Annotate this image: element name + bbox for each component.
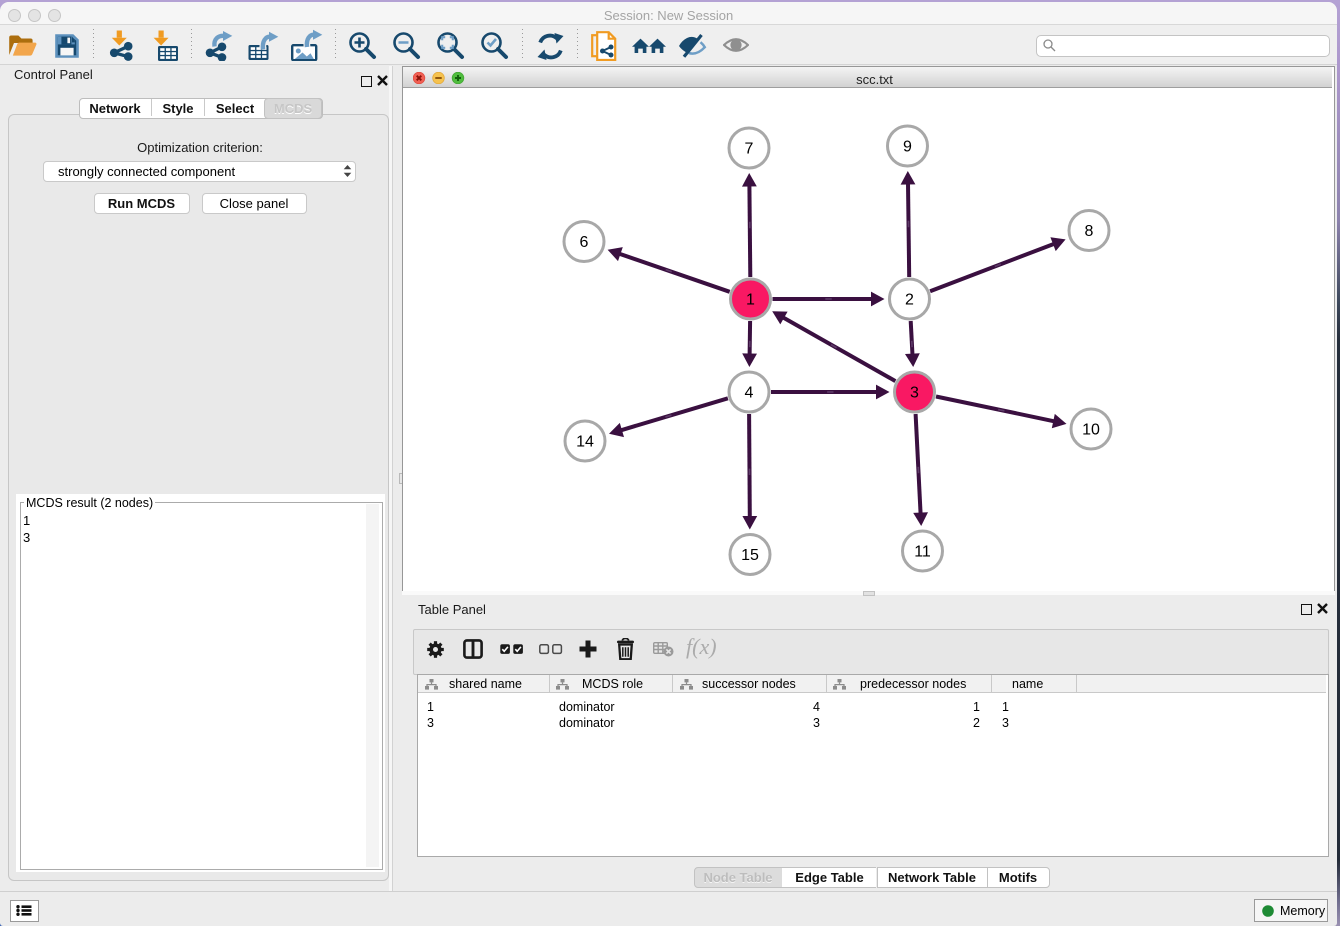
- svg-text:4: 4: [745, 385, 754, 402]
- svg-text:1: 1: [746, 292, 755, 309]
- svg-text:3: 3: [910, 385, 919, 402]
- svg-text:2: 2: [905, 292, 914, 309]
- svg-text:6: 6: [580, 234, 589, 251]
- svg-text:7: 7: [745, 141, 754, 158]
- svg-text:15: 15: [741, 547, 759, 564]
- svg-text:11: 11: [914, 544, 931, 561]
- svg-text:14: 14: [576, 434, 594, 451]
- svg-text:10: 10: [1082, 422, 1100, 439]
- svg-text:8: 8: [1085, 223, 1094, 240]
- svg-text:9: 9: [903, 139, 912, 156]
